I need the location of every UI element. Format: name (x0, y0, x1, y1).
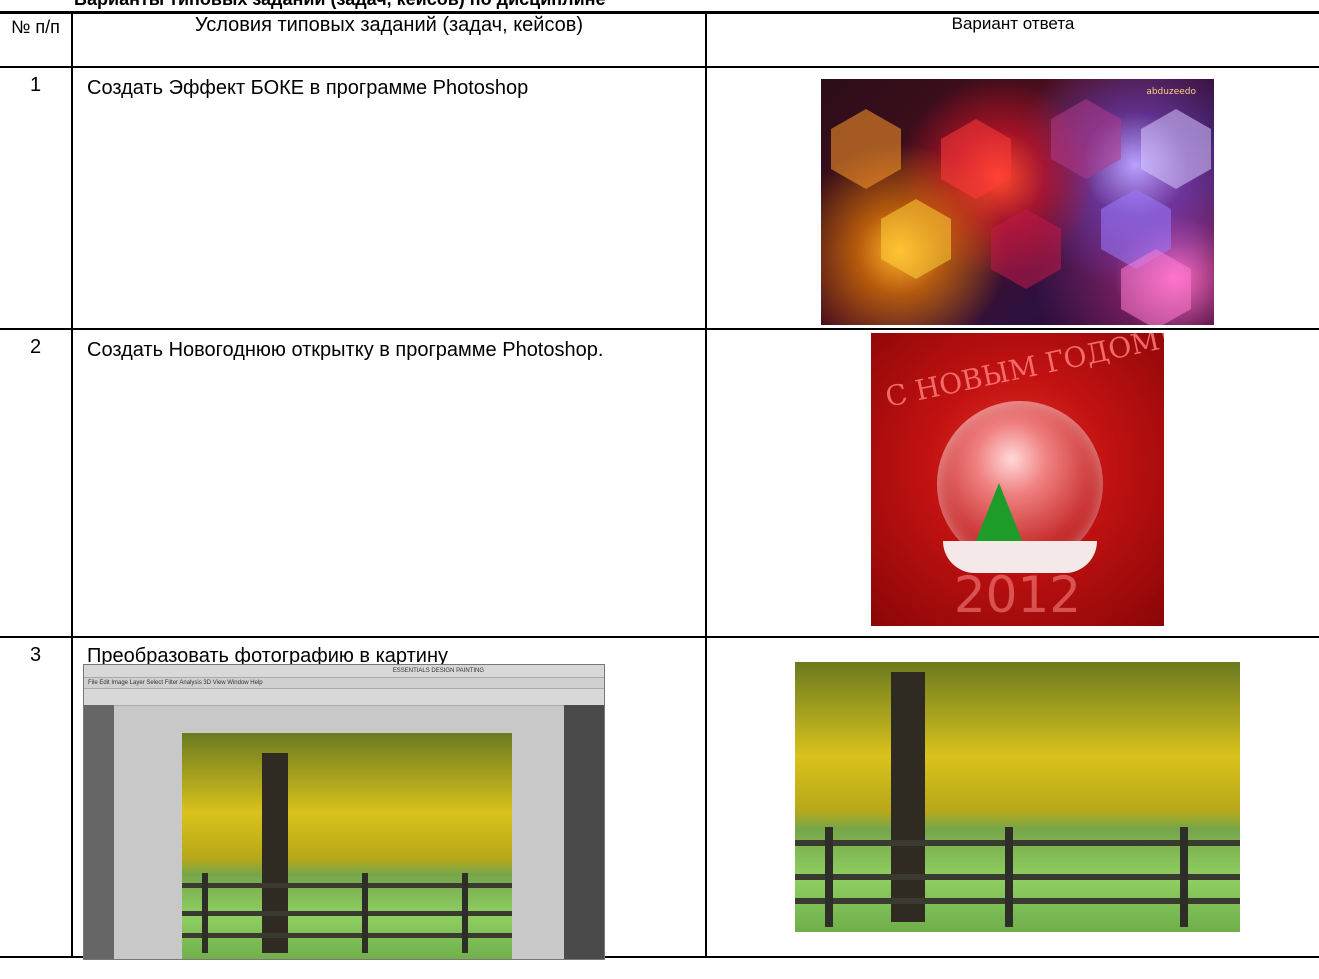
new-year-card-image: С НОВЫМ ГОДОМ!! 2012 (871, 333, 1164, 626)
table-header-row: № п/п Условия типовых заданий (задач, ке… (0, 11, 1319, 68)
painting-image (795, 662, 1240, 932)
row-condition: Создать Эффект БОКЕ в программе Photosho… (71, 66, 707, 330)
fence-post (825, 827, 833, 927)
tasks-table: № п/п Условия типовых заданий (задач, ке… (0, 11, 1319, 960)
fence-rail (795, 840, 1240, 846)
table-row: 1 Создать Эффект БОКЕ в программе Photos… (0, 66, 1319, 330)
fence-rail (795, 898, 1240, 904)
ps-tabs: ESSENTIALS DESIGN PAINTING (84, 665, 604, 678)
bokeh-hexagon (1141, 109, 1211, 189)
ps-menu: File Edit Image Layer Select Filter Anal… (84, 678, 604, 689)
ps-panel (564, 705, 604, 959)
row-number: 1 (0, 66, 73, 330)
row-condition: Создать Новогоднюю открытку в программе … (71, 328, 707, 638)
bokeh-hexagon (1051, 99, 1121, 179)
row-number: 3 (0, 636, 73, 958)
tree-trunk (891, 672, 925, 922)
table-row: 3 Преобразовать фотографию в картину ESS… (0, 636, 1319, 960)
page-title: Варианты типовых заданий (задач, кейсов)… (74, 0, 606, 10)
bokeh-logo-text: abduzeedo (1146, 87, 1196, 97)
ps-options-bar (84, 689, 604, 706)
header-num: № п/п (0, 11, 73, 68)
ps-canvas-photo (182, 733, 512, 959)
header-answer: Вариант ответа (705, 11, 1319, 68)
fence-post (202, 873, 208, 953)
bokeh-hexagon (941, 119, 1011, 199)
fence-post (362, 873, 368, 953)
fence-post (1180, 827, 1188, 927)
header-condition: Условия типовых заданий (задач, кейсов) (71, 11, 707, 68)
fence-post (1005, 827, 1013, 927)
row-condition: Преобразовать фотографию в картину ESSEN… (71, 636, 707, 960)
bokeh-hexagon (881, 199, 951, 279)
row-number: 2 (0, 328, 73, 638)
bokeh-hexagon (991, 209, 1061, 289)
bokeh-image: abduzeedo (821, 79, 1214, 325)
card-year: 2012 (953, 566, 1082, 624)
answer-cell: С НОВЫМ ГОДОМ!! 2012 (705, 328, 1319, 638)
table-row: 2 Создать Новогоднюю открытку в программ… (0, 328, 1319, 638)
answer-cell: abduzeedo (705, 66, 1319, 330)
fence-rail (795, 874, 1240, 880)
ps-toolbox (84, 705, 114, 959)
photoshop-screenshot: ESSENTIALS DESIGN PAINTING File Edit Ima… (83, 664, 605, 960)
bokeh-hexagon (831, 109, 901, 189)
answer-cell (705, 636, 1319, 958)
fence-post (462, 873, 468, 953)
tree-trunk (262, 753, 288, 953)
